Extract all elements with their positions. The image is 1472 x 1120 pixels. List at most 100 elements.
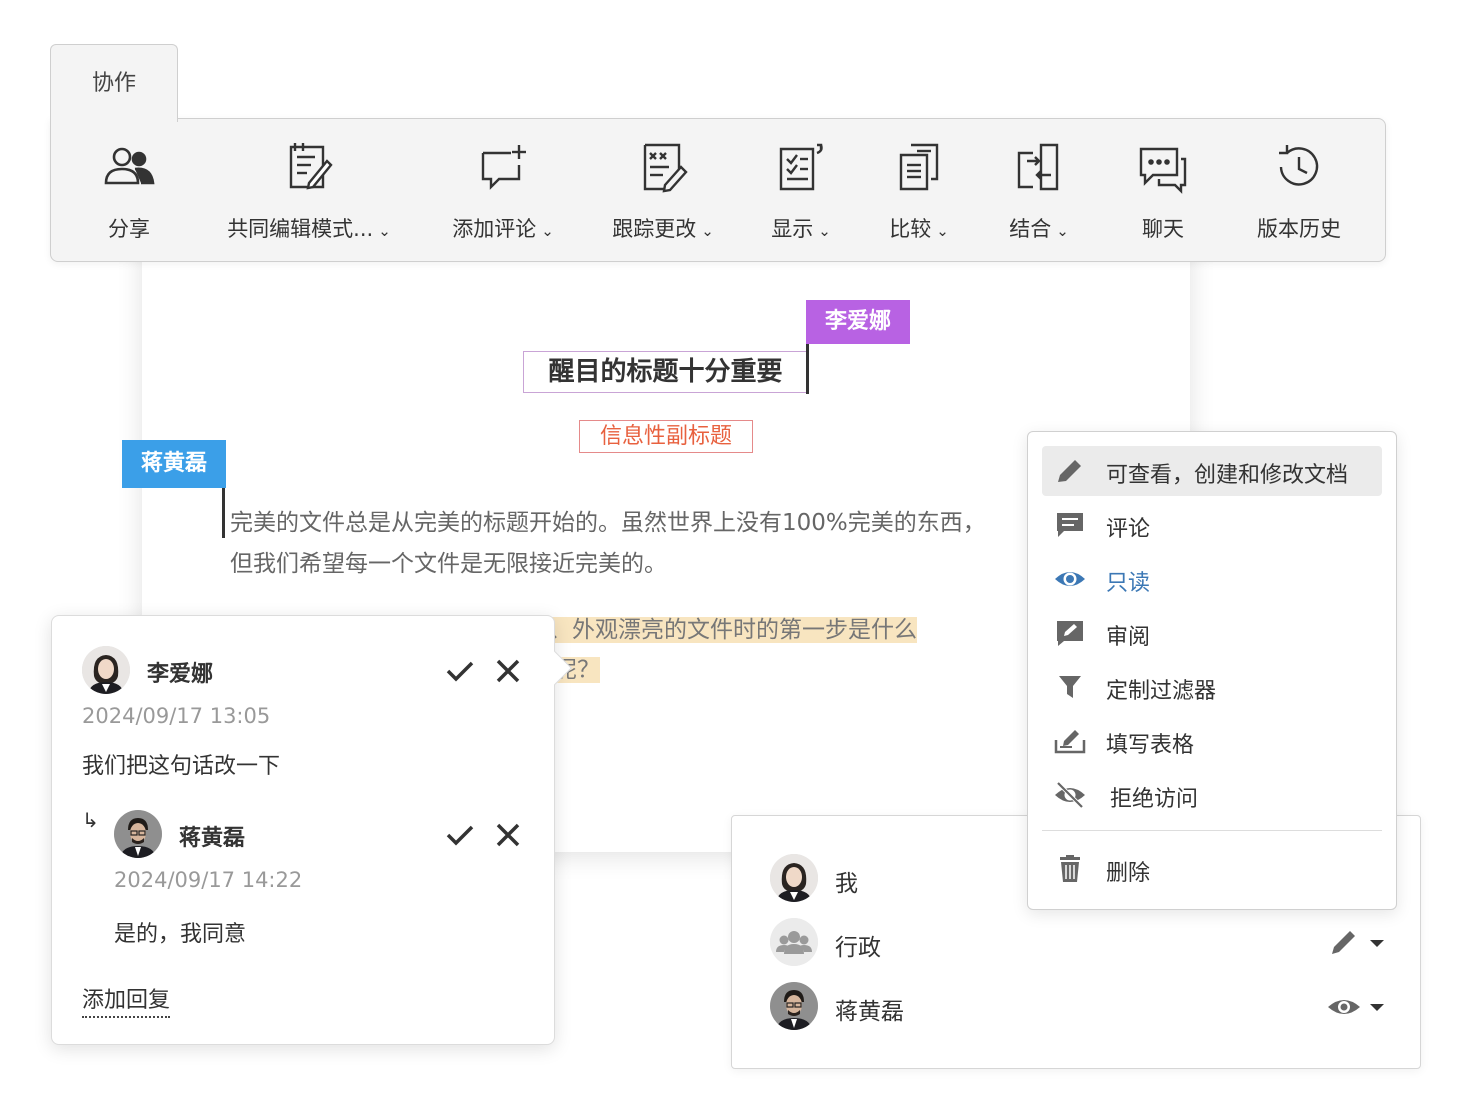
text-cursor-lee [806, 344, 809, 394]
share-user-row[interactable]: 蒋黄磊 [770, 982, 1390, 1032]
eye-slash-icon [1055, 781, 1085, 809]
paragraph-line: 但我们希望每一个文件是无限接近完美的。 [230, 551, 667, 577]
document-title[interactable]: 醒目的标题十分重要 [523, 351, 808, 393]
add-reply-link[interactable]: 添加回复 [82, 982, 171, 1018]
chevron-down-icon: ⌄ [1056, 222, 1069, 240]
resolve-reply-button[interactable] [443, 818, 477, 852]
reject-button[interactable] [491, 654, 525, 688]
cursor-tag-jiang: 蒋黄磊 [122, 440, 226, 488]
female-avatar-icon [770, 854, 818, 902]
avatar-me [770, 854, 818, 902]
check-icon [446, 825, 474, 846]
add-comment-icon [481, 145, 526, 190]
group-icon [770, 918, 818, 966]
toolbar-label: 结合 [1009, 217, 1052, 241]
permission-dropdown[interactable] [1326, 926, 1390, 960]
comment-icon [1057, 513, 1083, 537]
male-avatar-icon [770, 982, 818, 1030]
permission-option-fill-form[interactable]: 填写表格 [1042, 716, 1382, 766]
toolbar-label: 添加评论 [452, 217, 537, 241]
eye-icon [1328, 1000, 1384, 1014]
permission-option-edit[interactable]: 可查看，创建和修改文档 [1042, 446, 1382, 496]
permission-label: 定制过滤器 [1106, 679, 1217, 704]
share-button[interactable]: 分享 [89, 139, 169, 249]
comment-author: 李爱娜 [147, 662, 214, 687]
chevron-down-icon: ⌄ [541, 222, 554, 240]
collaboration-toolbar: 分享 共同编辑模式... ⌄ 添加评论 ⌄ 跟踪更改 ⌄ 显示 ⌄ 比较 ⌄ 结… [50, 118, 1386, 262]
avatar-jiang [770, 982, 818, 1030]
permission-label: 可查看，创建和修改文档 [1106, 463, 1349, 488]
permission-label: 删除 [1106, 861, 1151, 886]
display-button[interactable]: 显示 ⌄ [761, 139, 841, 249]
permission-label: 评论 [1106, 517, 1151, 542]
close-icon [496, 659, 520, 683]
review-icon [1057, 621, 1083, 646]
version-history-icon [1279, 145, 1319, 186]
paragraph-line: 完美的文件总是从完美的标题开始的。虽然世界上没有100%完美的东西， [230, 510, 986, 536]
toolbar-label: 分享 [108, 217, 150, 241]
combine-icon [1017, 143, 1059, 191]
toolbar-label: 跟踪更改 [612, 217, 697, 241]
chat-button[interactable]: 聊天 [1123, 139, 1203, 249]
co-editing-icon [289, 143, 333, 190]
comment-timestamp: 2024/09/17 13:05 [82, 704, 271, 728]
eye-icon [1055, 572, 1085, 586]
female-avatar-icon [82, 646, 130, 694]
permission-label: 填写表格 [1106, 733, 1195, 758]
share-user-row[interactable]: 行政 [770, 918, 1390, 968]
toolbar-label: 显示 [771, 217, 814, 241]
close-icon [496, 823, 520, 847]
toolbar-label: 比较 [889, 217, 932, 241]
chevron-down-icon: ⌄ [701, 222, 714, 240]
avatar-group [770, 918, 818, 966]
compare-icon [899, 143, 939, 191]
reply-arrow-icon: ↳ [82, 808, 99, 832]
tab-collaboration[interactable]: 协作 [50, 44, 178, 122]
tab-label: 协作 [91, 71, 136, 96]
male-avatar-icon [114, 810, 162, 858]
cursor-tag-lee: 李爱娜 [806, 300, 910, 344]
share-user-name: 蒋黄磊 [835, 999, 904, 1025]
resolve-button[interactable] [443, 654, 477, 688]
track-changes-button[interactable]: 跟踪更改 ⌄ [603, 139, 723, 249]
trash-icon [1060, 855, 1080, 882]
permission-menu: 可查看，创建和修改文档 评论 只读 审阅 定制过滤器 填写表格 拒绝访问 删除 [1027, 431, 1397, 910]
add-comment-button[interactable]: 添加评论 ⌄ [443, 139, 563, 249]
combine-button[interactable]: 结合 ⌄ [999, 139, 1079, 249]
comment-panel: 李爱娜 2024/09/17 13:05 我们把这句话改一下 ↳ 蒋黄磊 202… [51, 615, 572, 1045]
reply-author: 蒋黄磊 [179, 826, 246, 851]
comment-text: 我们把这句话改一下 [82, 754, 281, 779]
co-editing-mode-button[interactable]: 共同编辑模式... ⌄ [219, 139, 399, 249]
permission-dropdown[interactable] [1326, 990, 1390, 1024]
menu-divider [1042, 830, 1382, 831]
pencil-icon [1058, 460, 1081, 482]
share-user-name: 行政 [835, 935, 881, 961]
toolbar-label: 聊天 [1142, 217, 1184, 241]
permission-option-review[interactable]: 审阅 [1042, 608, 1382, 658]
compare-button[interactable]: 比较 ⌄ [879, 139, 959, 249]
share-users-icon [104, 147, 155, 185]
reject-reply-button[interactable] [491, 818, 525, 852]
reply-text: 是的，我同意 [114, 922, 247, 947]
toolbar-label: 共同编辑模式... [227, 217, 374, 241]
chevron-down-icon: ⌄ [378, 222, 391, 240]
text-cursor-jiang [222, 488, 225, 538]
permission-option-deny[interactable]: 拒绝访问 [1042, 770, 1382, 820]
toolbar-label: 版本历史 [1257, 217, 1341, 241]
fill-form-icon [1054, 730, 1086, 754]
document-subtitle[interactable]: 信息性副标题 [579, 420, 753, 453]
version-history-button[interactable]: 版本历史 [1243, 139, 1355, 249]
document-paragraph[interactable]: 完美的文件总是从完美的标题开始的。虽然世界上没有100%完美的东西， 但我们希望… [230, 503, 1030, 585]
chat-icon [1139, 147, 1187, 194]
pencil-icon [1332, 931, 1384, 954]
avatar-jiang [114, 810, 162, 858]
permission-option-comment[interactable]: 评论 [1042, 500, 1382, 550]
track-changes-icon [643, 143, 688, 193]
permission-option-filter[interactable]: 定制过滤器 [1042, 662, 1382, 712]
share-user-name: 我 [835, 871, 858, 897]
avatar-lee [82, 646, 130, 694]
permission-label: 审阅 [1106, 625, 1151, 650]
permission-option-readonly[interactable]: 只读 [1042, 554, 1382, 604]
filter-icon [1059, 676, 1081, 698]
permission-option-delete[interactable]: 删除 [1042, 844, 1382, 894]
